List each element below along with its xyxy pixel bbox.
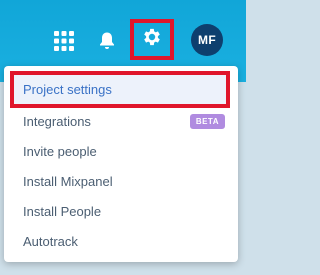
apps-grid-icon[interactable] (49, 26, 79, 56)
settings-button[interactable] (130, 19, 174, 60)
menu-item-autotrack[interactable]: Autotrack (4, 226, 238, 256)
user-avatar[interactable]: MF (191, 24, 223, 56)
menu-item-label: Integrations (23, 113, 91, 129)
beta-badge: BETA (189, 114, 225, 129)
menu-item-label: Autotrack (23, 233, 78, 249)
menu-item-integrations[interactable]: Integrations BETA (4, 106, 238, 136)
menu-item-label: Install People (23, 203, 102, 219)
settings-dropdown-menu: Project settings Integrations BETA Invit… (4, 66, 238, 262)
menu-item-invite-people[interactable]: Invite people (4, 136, 238, 166)
menu-item-label: Invite people (23, 143, 97, 159)
gear-icon (141, 26, 163, 53)
menu-item-project-settings[interactable]: Project settings (10, 71, 230, 108)
menu-item-install-people[interactable]: Install People (4, 196, 238, 226)
menu-item-install-mixpanel[interactable]: Install Mixpanel (4, 166, 238, 196)
bell-icon[interactable] (92, 26, 122, 56)
menu-item-label: Install Mixpanel (23, 173, 113, 189)
menu-item-label: Project settings (23, 82, 112, 97)
avatar-initials: MF (198, 33, 216, 47)
